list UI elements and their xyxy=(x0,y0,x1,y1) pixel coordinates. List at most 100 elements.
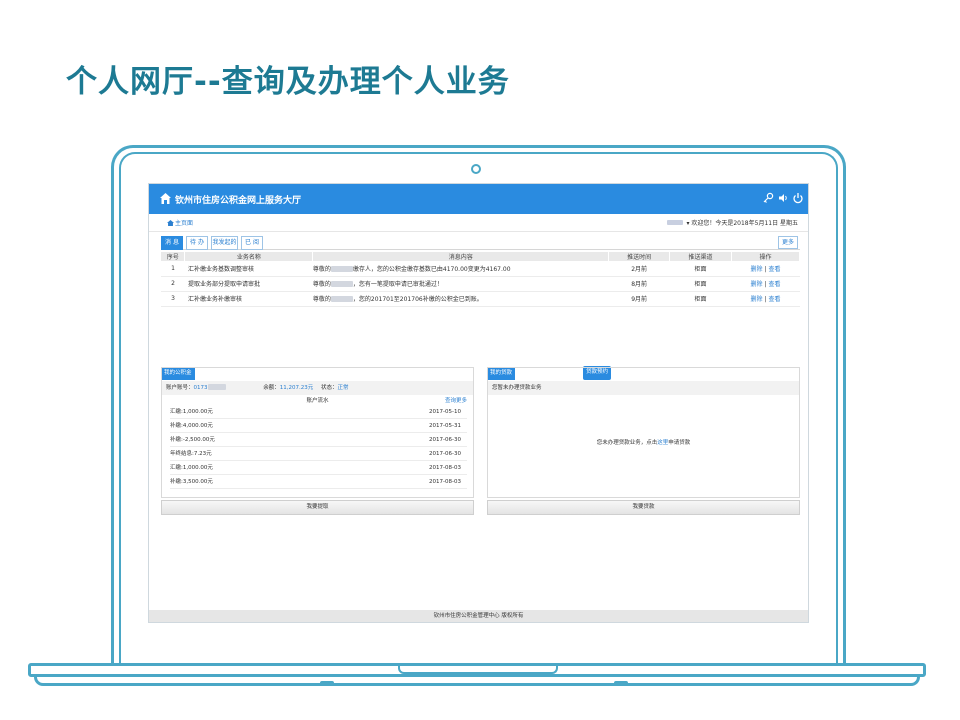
message-prefix: 尊敬的 xyxy=(312,296,331,303)
flow-desc: 汇缴:1,000.00元 xyxy=(170,465,213,471)
push-channel: 柜面 xyxy=(669,276,732,292)
flow-row: 补缴:3,500.00元 2017-08-03 xyxy=(170,475,467,489)
home-label: 主页面 xyxy=(175,220,194,227)
status-label: 状态： xyxy=(321,385,338,391)
flow-desc: 补缴:-2,500.00元 xyxy=(170,437,215,443)
message-body: ，您有一笔提取申请已审批通过！ xyxy=(352,281,443,288)
action-separator: | xyxy=(764,265,767,273)
laptop-foot xyxy=(320,681,334,685)
view-link[interactable]: 查看 xyxy=(768,266,780,273)
message-tabs: 消 息 待 办 我发起的 已 阅 更多 xyxy=(161,233,800,250)
power-icon[interactable] xyxy=(791,191,805,205)
more-button[interactable]: 更多 xyxy=(778,236,798,249)
account-label: 账户账号： xyxy=(166,385,194,391)
user-area[interactable]: ▾ 欢迎您！今天是2018年5月11日 星期五 xyxy=(667,218,798,227)
row-actions: 删除 | 查看 xyxy=(731,291,800,307)
message-prefix: 尊敬的 xyxy=(312,281,331,288)
view-link[interactable]: 查看 xyxy=(768,296,780,303)
row-number: 1 xyxy=(161,261,185,277)
col-header: 推送渠道 xyxy=(669,252,733,261)
loan-panel-head: 您暂未办理贷款业务 xyxy=(488,381,799,395)
business-name: 汇补缴业务基数调整审核 xyxy=(184,261,313,277)
col-header: 序号 xyxy=(161,252,186,261)
redacted-name xyxy=(330,281,353,287)
message-prefix: 尊敬的 xyxy=(312,265,331,273)
sub-bar: 主页面 ▾ 欢迎您！今天是2018年5月11日 星期五 xyxy=(149,214,808,232)
table-row[interactable]: 3 汇补缴业务补缴审核 尊敬的 ，您的201701至201706补缴的公积金已到账… xyxy=(161,291,800,307)
flow-desc: 汇缴:1,000.00元 xyxy=(170,409,213,415)
flow-desc: 补缴:4,000.00元 xyxy=(170,423,213,429)
row-actions: 删除 | 查看 xyxy=(731,276,800,292)
flow-date: 2017-05-31 xyxy=(429,423,461,429)
action-separator: | xyxy=(764,281,767,288)
app-footer: 钦州市住房公积金管理中心 版权所有 xyxy=(149,610,808,622)
tab-todo[interactable]: 待 办 xyxy=(186,236,208,250)
balance-label: 余额： xyxy=(263,385,280,391)
fund-panel: 账户账号：0173 余额：11,207.23元 状态：正常 账户流水 查询更多 … xyxy=(161,367,474,498)
flow-date: 2017-08-03 xyxy=(429,479,461,485)
row-number: 2 xyxy=(161,276,185,292)
loan-apply-link[interactable]: 这里 xyxy=(657,440,668,446)
business-name: 汇补缴业务补缴审核 xyxy=(184,291,313,307)
message-table: 序号 业务名称 消息内容 推送时间 推送渠道 操作 1 汇补缴业务基数调整审核 … xyxy=(161,252,800,307)
message-content: 尊敬的 ，您有一笔提取申请已审批通过！ xyxy=(312,276,609,292)
flow-desc: 年终结息:7.23元 xyxy=(170,451,212,457)
delete-link[interactable]: 删除 xyxy=(751,296,763,303)
flow-date: 2017-05-10 xyxy=(429,409,461,415)
flow-row: 补缴:-2,500.00元 2017-06-30 xyxy=(170,433,467,447)
app-header: 钦州市住房公积金网上服务大厅 xyxy=(149,184,808,214)
app-screen: 钦州市住房公积金网上服务大厅 主页面 ▾ 欢迎您！今天是2018年5月11日 星… xyxy=(148,183,809,623)
col-header: 操作 xyxy=(731,252,800,261)
home-link[interactable]: 主页面 xyxy=(167,218,193,227)
col-header: 消息内容 xyxy=(312,252,610,261)
push-time: 2月前 xyxy=(608,261,670,277)
laptop-foot xyxy=(614,681,628,685)
col-header: 推送时间 xyxy=(608,252,671,261)
home-logo-icon xyxy=(160,193,171,204)
tab-messages[interactable]: 消 息 xyxy=(161,236,183,250)
flow-date: 2017-08-03 xyxy=(429,465,461,471)
action-separator: | xyxy=(764,296,767,303)
flow-date: 2017-06-30 xyxy=(429,451,461,457)
business-name: 提取业务部分提取申请审批 xyxy=(184,276,313,292)
table-row[interactable]: 2 提取业务部分提取申请审批 尊敬的 ，您有一笔提取申请已审批通过！ 8月前 柜面… xyxy=(161,276,800,292)
col-header: 业务名称 xyxy=(184,252,314,261)
loan-message-text: 您未办理贷款业务，点击 xyxy=(596,440,658,446)
redacted-name xyxy=(330,265,353,272)
withdraw-button[interactable]: 我要提取 xyxy=(161,500,474,515)
loan-panel: 您暂未办理贷款业务 您未办理贷款业务，点击这里申请贷款 xyxy=(487,367,800,498)
delete-link[interactable]: 删除 xyxy=(751,266,763,273)
laptop-base-bottom xyxy=(34,677,920,686)
table-row[interactable]: 1 汇补缴业务基数调整审核 尊敬的 缴存人，您的公积金缴存基数已由4170.00变… xyxy=(161,261,800,277)
main-content: 消 息 待 办 我发起的 已 阅 更多 序号 业务名称 消息内容 推送时间 推送… xyxy=(161,233,800,610)
push-channel: 柜面 xyxy=(669,261,732,277)
laptop-notch xyxy=(398,665,558,674)
loan-message: 您未办理贷款业务，点击这里申请贷款 xyxy=(488,438,799,446)
flow-more-link[interactable]: 查询更多 xyxy=(445,396,467,404)
slide-title: 个人网厅--查询及办理个人业务 xyxy=(66,64,510,100)
greeting-text: ▾ 欢迎您！今天是2018年5月11日 星期五 xyxy=(686,220,798,227)
volume-icon[interactable] xyxy=(776,191,790,205)
push-channel: 柜面 xyxy=(669,291,732,307)
key-icon[interactable] xyxy=(761,191,775,205)
delete-link[interactable]: 删除 xyxy=(751,281,763,288)
tab-initiated[interactable]: 我发起的 xyxy=(211,236,238,250)
push-time: 9月前 xyxy=(608,291,670,307)
message-body: ，您的201701至201706补缴的公积金已到账。 xyxy=(352,296,483,303)
message-content: 尊敬的 缴存人，您的公积金缴存基数已由4170.00变更为4167.00 xyxy=(312,261,609,277)
account-summary: 账户账号：0173 余额：11,207.23元 状态：正常 xyxy=(162,381,473,395)
loan-button[interactable]: 我要贷款 xyxy=(487,500,800,515)
flow-date: 2017-06-30 xyxy=(429,437,461,443)
redacted-name xyxy=(330,296,353,302)
flow-row: 汇缴:1,000.00元 2017-05-10 xyxy=(170,405,467,419)
balance-value: 11,207.23元 xyxy=(279,385,314,391)
view-link[interactable]: 查看 xyxy=(768,281,780,288)
tab-read[interactable]: 已 阅 xyxy=(241,236,263,250)
message-content: 尊敬的 ，您的201701至201706补缴的公积金已到账。 xyxy=(312,291,609,307)
message-body: 缴存人，您的公积金缴存基数已由4170.00变更为4167.00 xyxy=(352,265,511,273)
flow-row: 年终结息:7.23元 2017-06-30 xyxy=(170,447,467,461)
row-actions: 删除 | 查看 xyxy=(731,261,800,277)
flow-title: 账户流水 xyxy=(306,398,329,404)
home-icon xyxy=(167,220,174,226)
flow-row: 汇缴:1,000.00元 2017-08-03 xyxy=(170,461,467,475)
